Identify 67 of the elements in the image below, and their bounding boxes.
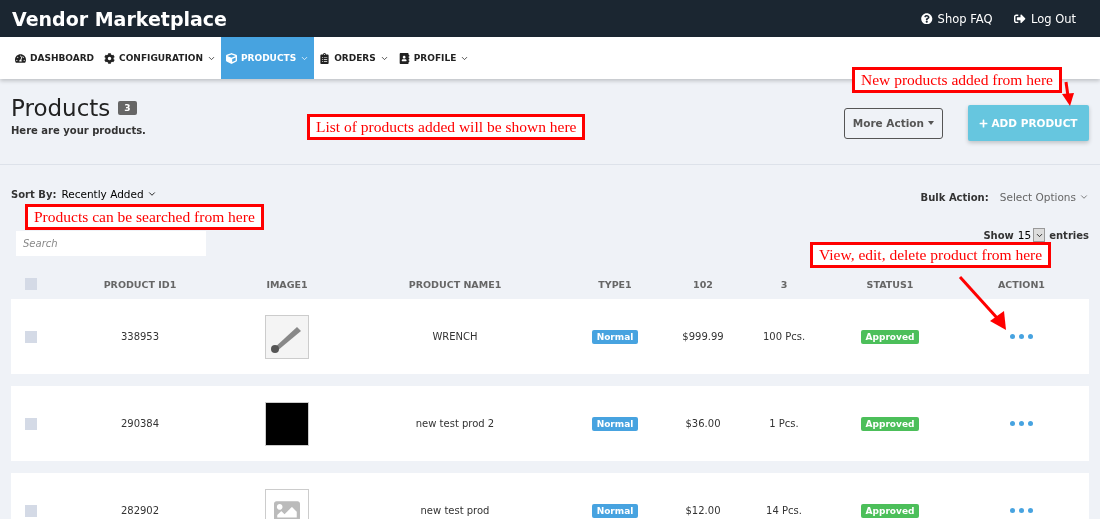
column-header: PRODUCT NAME1 [407,278,503,290]
product-price: $999.99 [681,331,725,342]
product-price: $12.00 [684,505,722,516]
annotation-note: List of products added will be shown here [307,114,586,140]
cube-icon [225,52,237,64]
show-label: Show [983,229,1014,241]
annotation-note: New products added from here [852,67,1062,93]
column-header: STATUS1 [865,278,915,290]
photo-placeholder [265,401,309,446]
product-quantity: 1 Pcs. [768,418,800,429]
status-badge: Approved [860,329,920,344]
row-checkbox[interactable] [25,504,37,517]
book-icon [398,52,410,64]
page-subtitle: Here are your products. [11,125,146,136]
type-badge: Normal [591,329,639,344]
bulk-action-label: Bulk Action: [920,191,989,203]
logout-icon [1014,12,1026,25]
clipboard-icon [319,52,331,64]
photo-placeholder [265,314,309,359]
row-checkbox[interactable] [25,417,37,430]
row-checkbox[interactable] [25,330,37,343]
plus-icon [979,118,989,128]
gauge-icon [15,52,26,64]
faq-link[interactable]: Shop FAQ [921,11,993,26]
product-quantity: 100 Pcs. [761,331,807,342]
product-quantity: 14 Pcs. [765,505,803,516]
sort-label: Sort By: [11,188,57,200]
column-header: PRODUCT ID1 [102,278,178,290]
product-name: WRENCH [431,331,479,342]
nav-tab[interactable]: DASHBOARD [10,37,100,79]
nav-tab[interactable]: ORDERS [314,37,394,79]
page-title: Products [11,95,111,121]
gear-icon [104,52,116,64]
column-header: IMAGE1 [265,278,309,290]
product-price: $36.00 [684,418,722,429]
annotation-note: View, edit, delete product from here [810,242,1052,268]
status-badge: Approved [860,503,920,518]
entries-dropdown[interactable]: 15 [1017,228,1046,242]
more-action-button[interactable]: More Action [843,107,943,139]
column-header: TYPE1 [597,278,633,290]
nav-tab[interactable]: CONFIGURATION [99,37,221,79]
product-id: 290384 [119,418,161,429]
app-title: Vendor Marketplace [12,7,227,30]
bulk-action-dropdown[interactable]: Select Options [994,191,1089,203]
search-field[interactable]: Search [16,231,206,256]
column-header: ACTION1 [997,278,1046,290]
select-all-checkbox[interactable] [25,278,37,290]
annotation-arrow [1060,82,1076,106]
chevron-icon [1079,192,1089,202]
caret-icon [928,121,934,125]
product-name: new test prod 2 [414,418,496,429]
column-header: 3 [779,278,789,290]
product-id: 338953 [119,331,161,342]
chevron-icon [146,189,157,199]
status-badge: Approved [860,416,920,431]
product-id: 282902 [119,505,161,516]
annotation-note: Products can be searched from here [25,204,264,230]
column-header: 102 [692,278,714,290]
count-badge: 3 [118,101,137,115]
product-name: new test prod [419,505,491,516]
entries-label: entries [1049,229,1089,241]
type-badge: Normal [591,416,639,431]
help-icon [921,12,933,25]
logout-link[interactable]: Log Out [1014,11,1076,26]
nav-tab[interactable]: PROFILE [393,37,475,79]
sort-dropdown[interactable]: Recently Added [56,188,157,200]
type-badge: Normal [591,503,639,518]
